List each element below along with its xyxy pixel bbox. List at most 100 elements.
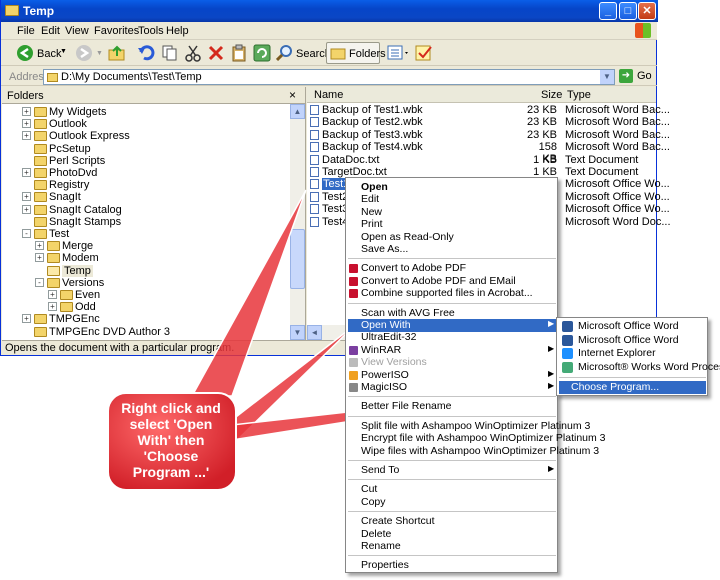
paste-icon[interactable] <box>230 44 248 62</box>
menu-help[interactable]: Help <box>166 25 189 37</box>
menu-item-open-with[interactable]: Open With ▶ <box>348 319 556 332</box>
forward-arrow-icon[interactable] <box>75 44 93 62</box>
expand-icon[interactable]: + <box>35 253 44 263</box>
maximize-button[interactable]: □ <box>619 2 637 20</box>
menu-item-properties[interactable]: Properties <box>348 559 556 572</box>
expand-icon[interactable]: + <box>48 302 57 312</box>
expand-icon[interactable]: + <box>22 131 31 141</box>
title-bar[interactable]: Temp _ □ ✕ <box>1 0 658 22</box>
expand-icon[interactable]: + <box>22 314 31 324</box>
scroll-up-button[interactable]: ▲ <box>290 104 305 119</box>
chevron-down-icon[interactable]: ▼ <box>600 70 614 84</box>
back-button[interactable]: Back ▼ <box>16 43 68 63</box>
address-input[interactable]: D:\My Documents\Test\Temp ▼ <box>43 69 615 85</box>
menu-item-label: Scan with AVG Free <box>361 306 455 319</box>
close-button[interactable]: ✕ <box>638 2 656 20</box>
up-folder-icon[interactable] <box>108 44 126 62</box>
menu-item-print[interactable]: Print <box>348 218 556 231</box>
column-type[interactable]: Type <box>567 89 591 101</box>
folders-button[interactable]: Folders <box>326 42 386 64</box>
file-row[interactable]: Backup of Test1.wbk 23 KB Microsoft Word B… <box>307 104 670 116</box>
views-icon[interactable] <box>387 44 411 62</box>
file-row[interactable]: Backup of Test4.wbk 158 KB Microsoft Word … <box>307 141 670 165</box>
toolbar: Back ▼ ▼ Search Folders <box>1 40 657 66</box>
menu-item-edit[interactable]: Edit <box>348 193 556 206</box>
menu-item-convert-to-adobe-pdf-and-email[interactable]: Convert to Adobe PDF and EMail <box>348 275 556 288</box>
scroll-thumb[interactable] <box>290 229 305 289</box>
close-icon[interactable]: × <box>289 88 296 102</box>
favorites-check-icon[interactable] <box>415 44 433 62</box>
menu-separator <box>348 396 556 398</box>
refresh-icon[interactable] <box>253 44 271 62</box>
menu-item-magiciso[interactable]: MagicISO ▶ <box>348 381 556 394</box>
file-row[interactable]: Backup of Test2.wbk 23 KB Microsoft Word B… <box>307 116 670 128</box>
menu-item-combine-supported-files-in-acrobat[interactable]: Combine supported files in Acrobat... <box>348 287 556 300</box>
menu-item-open[interactable]: Open <box>348 181 556 194</box>
menu-item-ultraedit-32[interactable]: UltraEdit-32 <box>348 331 556 344</box>
menu-item-copy[interactable]: Copy <box>348 496 556 509</box>
submenu-arrow-icon: ▶ <box>548 464 555 473</box>
file-name: DataDoc.txt <box>322 153 380 166</box>
open-with-item[interactable]: Microsoft® Works Word Processor <box>559 361 720 374</box>
undo-icon[interactable] <box>137 44 155 62</box>
menu-item-create-shortcut[interactable]: Create Shortcut <box>348 515 556 528</box>
search-button[interactable]: Search <box>276 43 331 63</box>
menu-edit[interactable]: Edit <box>41 25 60 37</box>
menu-item-send-to[interactable]: Send To ▶ <box>348 464 556 477</box>
expand-icon[interactable]: + <box>22 192 31 202</box>
windows-logo-icon <box>635 23 651 38</box>
scroll-down-button[interactable]: ▼ <box>290 325 305 340</box>
expand-icon[interactable]: + <box>22 168 31 177</box>
file-row[interactable]: Backup of Test3.wbk 23 KB Microsoft Word B… <box>307 129 670 141</box>
copy-icon[interactable] <box>161 44 179 62</box>
menu-item-save-as[interactable]: Save As... <box>348 243 556 256</box>
collapse-icon[interactable]: - <box>22 229 31 238</box>
folder-scrollbar[interactable]: ▲ ▼ <box>290 104 305 340</box>
address-path: D:\My Documents\Test\Temp <box>61 71 202 83</box>
delete-icon[interactable] <box>207 44 225 62</box>
column-size[interactable]: Size <box>541 89 562 101</box>
menu-item-label: PowerISO <box>361 368 409 381</box>
menu-item-scan-with-avg-free[interactable]: Scan with AVG Free <box>348 307 556 320</box>
menu-view[interactable]: View <box>65 25 89 37</box>
menu-item-cut[interactable]: Cut <box>348 483 556 496</box>
explorer-window: Temp _ □ ✕ File Edit View Favorites Tool… <box>0 0 671 356</box>
menu-file[interactable]: File <box>17 25 35 37</box>
collapse-icon[interactable]: - <box>35 277 44 287</box>
menu-item-convert-to-adobe-pdf[interactable]: Convert to Adobe PDF <box>348 262 556 275</box>
expand-icon[interactable]: + <box>48 290 57 299</box>
horizontal-scrollbar[interactable]: ◄ <box>307 325 347 340</box>
word-doc-icon <box>310 105 319 115</box>
cut-icon[interactable] <box>184 44 202 62</box>
menu-item-better-file-rename[interactable]: Better File Rename <box>348 400 556 413</box>
expand-icon[interactable]: + <box>35 241 44 251</box>
menu-item-encrypt-file-with-ashampoo-winoptimizer-platinum-3[interactable]: Encrypt file with Ashampoo WinOptimizer … <box>348 432 606 445</box>
menu-tools[interactable]: Tools <box>138 25 164 37</box>
menu-item-wipe-files-with-ashampoo-winoptimizer-platinum-3[interactable]: Wipe files with Ashampoo WinOptimizer Pl… <box>348 445 599 458</box>
minimize-button[interactable]: _ <box>599 2 617 20</box>
tree-item-label: Perl Scripts <box>49 154 106 167</box>
open-with-item[interactable]: Choose Program... <box>559 381 706 395</box>
menu-item-split-file-with-ashampoo-winoptimizer-platinum-3[interactable]: Split file with Ashampoo WinOptimizer Pl… <box>348 420 590 433</box>
file-row[interactable]: DataDoc.txt 1 KB Text Document <box>307 154 656 166</box>
submenu-arrow-icon: ▶ <box>548 368 555 378</box>
menu-item-delete[interactable]: Delete <box>348 528 556 541</box>
go-button[interactable]: ➜ Go <box>619 69 655 85</box>
menu-item-new[interactable]: New <box>348 206 556 219</box>
menu-favorites[interactable]: Favorites <box>94 25 139 37</box>
menu-item-rename[interactable]: Rename <box>348 540 556 553</box>
expand-icon[interactable]: + <box>22 119 31 129</box>
expand-icon[interactable]: + <box>22 204 31 214</box>
expand-icon[interactable]: + <box>22 107 31 116</box>
open-with-submenu: Microsoft Office Word Microsoft Office Wo… <box>556 317 720 396</box>
address-bar: Address D:\My Documents\Test\Temp ▼ ➜ Go <box>1 67 657 86</box>
menu-item-poweriso[interactable]: PowerISO ▶ <box>348 369 556 382</box>
forward-chevron-icon[interactable]: ▼ <box>96 50 103 57</box>
menu-item-open-as-read-only[interactable]: Open as Read-Only <box>348 231 556 244</box>
scroll-left-button[interactable]: ◄ <box>307 325 322 340</box>
menu-item-winrar[interactable]: WinRAR ▶ <box>348 344 556 357</box>
open-with-item[interactable]: Internet Explorer <box>559 347 706 360</box>
open-with-item[interactable]: Microsoft Office Word <box>559 334 706 347</box>
open-with-item[interactable]: Microsoft Office Word <box>559 320 706 333</box>
column-name[interactable]: Name <box>314 89 343 101</box>
